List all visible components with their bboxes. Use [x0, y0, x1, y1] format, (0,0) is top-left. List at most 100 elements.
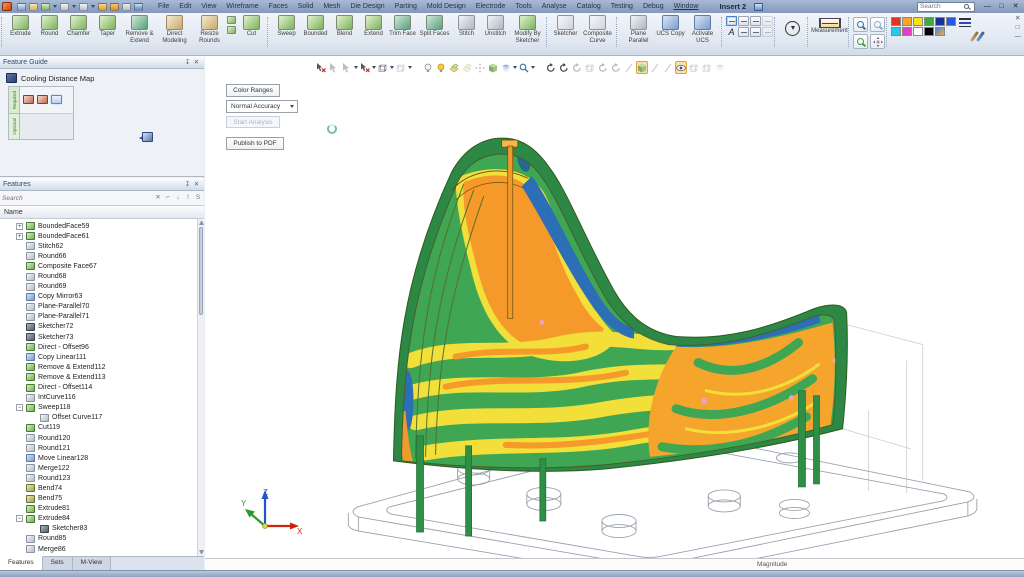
- align-view-icon[interactable]: [584, 61, 596, 74]
- display-grid-icon[interactable]: [79, 3, 88, 11]
- line-thin-icon[interactable]: [959, 26, 971, 27]
- layers-icon[interactable]: [500, 61, 512, 74]
- zoom-sheet-icon[interactable]: [518, 61, 530, 74]
- tree-item[interactable]: Round120: [0, 433, 204, 443]
- selection-mode-icon[interactable]: [395, 61, 407, 74]
- filter-sort-icon[interactable]: ↓: [174, 192, 182, 204]
- monitor-icon[interactable]: [134, 3, 143, 11]
- lightbulb-on-icon[interactable]: [435, 61, 447, 74]
- swatch-gradient[interactable]: [935, 27, 945, 36]
- search-input[interactable]: [920, 3, 964, 10]
- tab-features[interactable]: Features: [0, 556, 43, 570]
- menu-mold-design[interactable]: Mold Design: [422, 2, 471, 11]
- tree-item[interactable]: Sketcher73: [0, 332, 204, 342]
- expand-toggle[interactable]: −: [16, 404, 23, 411]
- filter-alert-icon[interactable]: !: [184, 192, 192, 204]
- symbol-icon[interactable]: [738, 27, 749, 37]
- zoom-window-button[interactable]: [870, 17, 885, 32]
- ribbon-collapse-icon[interactable]: —: [1015, 33, 1022, 40]
- select-filter-icon[interactable]: [341, 61, 353, 74]
- round-button[interactable]: Round: [35, 15, 64, 38]
- balloon-icon[interactable]: [762, 16, 773, 26]
- tree-item[interactable]: Round85: [0, 534, 204, 544]
- zoom-all-button[interactable]: [853, 34, 868, 49]
- menu-view[interactable]: View: [196, 2, 221, 11]
- swatch-white[interactable]: [913, 27, 923, 36]
- swatch-cyan[interactable]: [891, 27, 901, 36]
- tree-item[interactable]: Round68: [0, 271, 204, 281]
- rotate-view-icon[interactable]: [545, 61, 557, 74]
- expand-toggle[interactable]: +: [16, 233, 23, 240]
- pan-view-icon[interactable]: [474, 61, 486, 74]
- swatch-black[interactable]: [924, 27, 934, 36]
- tree-item[interactable]: Bend75: [0, 494, 204, 504]
- split-faces-button[interactable]: Split Faces: [417, 15, 452, 38]
- menu-edit[interactable]: Edit: [174, 2, 196, 11]
- start-analysis-button[interactable]: Start Analysis: [226, 116, 280, 128]
- dropdown-icon[interactable]: [91, 5, 95, 8]
- ucs-copy-button[interactable]: UCS Copy: [656, 15, 685, 38]
- menu-die-design[interactable]: Die Design: [345, 2, 389, 11]
- normals-icon[interactable]: [623, 61, 635, 74]
- activate-ucs-button[interactable]: Activate UCS: [685, 15, 720, 44]
- table-icon[interactable]: [750, 27, 761, 37]
- dropdown-icon[interactable]: [53, 5, 57, 8]
- tree-item[interactable]: Move Linear128: [0, 453, 204, 463]
- view-cube-icon[interactable]: [487, 61, 499, 74]
- tree-item[interactable]: Merge122: [0, 463, 204, 473]
- sketcher-button[interactable]: Sketcher: [551, 15, 580, 38]
- text-tool-icon[interactable]: A: [726, 27, 737, 37]
- menu-window[interactable]: Window: [669, 2, 704, 11]
- step-face-icon[interactable]: [37, 95, 48, 104]
- step-window-icon[interactable]: [51, 95, 62, 104]
- tree-item[interactable]: Stitch62: [0, 241, 204, 251]
- clear-search-icon[interactable]: ✕: [154, 192, 162, 204]
- tree-item[interactable]: Direct - Offset96: [0, 342, 204, 352]
- cut-button[interactable]: Cut: [237, 15, 266, 38]
- close-button[interactable]: ✕: [1010, 2, 1021, 11]
- dropdown-icon[interactable]: [531, 66, 535, 69]
- dropdown-icon[interactable]: [372, 66, 376, 69]
- tab-required[interactable]: Required: [9, 87, 20, 114]
- remove-extend-button[interactable]: Remove & Extend: [122, 15, 157, 44]
- tree-item[interactable]: Composite Face67: [0, 261, 204, 271]
- mini-tool-icon[interactable]: [227, 26, 236, 34]
- tree-item[interactable]: IntCurve116: [0, 393, 204, 403]
- mini-tool-icon[interactable]: [227, 16, 236, 24]
- expand-toggle[interactable]: +: [16, 223, 23, 230]
- extrude-button[interactable]: Extrude: [6, 15, 35, 38]
- selection-box-icon[interactable]: [377, 61, 389, 74]
- menu-parting[interactable]: Parting: [390, 2, 422, 11]
- menu-faces[interactable]: Faces: [264, 2, 293, 11]
- color-ranges-button[interactable]: Color Ranges: [226, 84, 280, 97]
- tab-mview[interactable]: M-View: [73, 557, 112, 570]
- bounded-button[interactable]: Bounded: [301, 15, 330, 38]
- accuracy-select[interactable]: Normal Accuracy: [226, 100, 298, 113]
- swatch-yellow[interactable]: [913, 17, 923, 26]
- close-icon[interactable]: ✕: [192, 180, 201, 188]
- menu-testing[interactable]: Testing: [606, 2, 638, 11]
- export-icon[interactable]: [41, 3, 50, 11]
- tree-item[interactable]: Plane-Parallel71: [0, 312, 204, 322]
- global-search[interactable]: [917, 2, 975, 12]
- redo-icon[interactable]: [122, 3, 131, 11]
- tree-item[interactable]: +BoundedFace61: [0, 231, 204, 241]
- restore-button[interactable]: □: [996, 2, 1007, 11]
- tree-item[interactable]: Round123: [0, 473, 204, 483]
- dropdown-icon[interactable]: [72, 5, 76, 8]
- filter-suppress-icon[interactable]: S: [194, 192, 202, 204]
- menu-file[interactable]: File: [153, 2, 174, 11]
- tree-item[interactable]: −Extrude84: [0, 514, 204, 524]
- guide-item[interactable]: Cooling Distance Map: [0, 69, 204, 86]
- zoom-in-button[interactable]: [853, 17, 868, 32]
- tree-item[interactable]: Cut119: [0, 423, 204, 433]
- tree-item[interactable]: Remove & Extend113: [0, 372, 204, 382]
- dropdown-icon[interactable]: [390, 66, 394, 69]
- tree-item[interactable]: Round121: [0, 443, 204, 453]
- menu-tools[interactable]: Tools: [510, 2, 536, 11]
- weld-icon[interactable]: [762, 27, 773, 37]
- menu-electrode[interactable]: Electrode: [471, 2, 511, 11]
- composite-curve-button[interactable]: Composite Curve: [580, 15, 615, 44]
- menu-debug[interactable]: Debug: [638, 2, 669, 11]
- tree-item[interactable]: −Sweep118: [0, 403, 204, 413]
